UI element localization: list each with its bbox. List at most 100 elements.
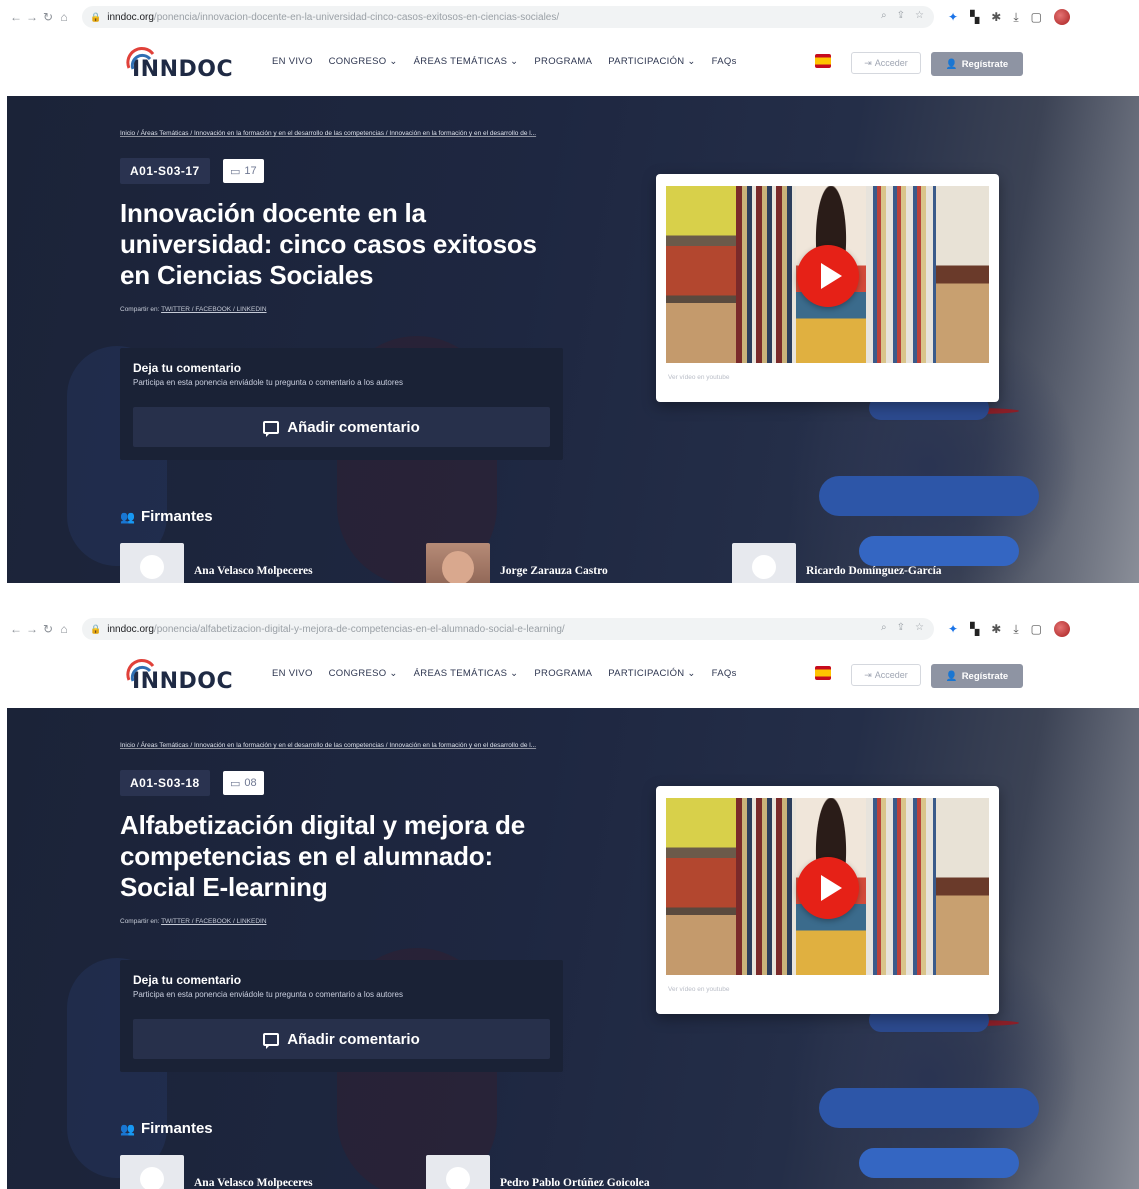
breadcrumb[interactable]: Inicio / Áreas Temáticas / Innovación en… bbox=[120, 130, 536, 137]
browser-toolbar: ← → ↻ ⌂ 🔒 inndoc.org/ponencia/innovacion… bbox=[0, 0, 1139, 34]
comment-box-heading: Deja tu comentario bbox=[133, 973, 242, 987]
home-icon[interactable]: ⌂ bbox=[56, 10, 72, 24]
video-card: Ver vídeo en youtube bbox=[656, 174, 999, 402]
author-name[interactable]: Ricardo Domínguez-García bbox=[806, 565, 942, 577]
comment-count: 17 bbox=[244, 165, 257, 177]
video-caption[interactable]: Ver vídeo en youtube bbox=[668, 374, 729, 381]
add-comment-label: Añadir comentario bbox=[287, 418, 420, 436]
sidepanel-icon[interactable]: ▢ bbox=[1031, 622, 1042, 636]
menu-item-faqs[interactable]: FAQs bbox=[712, 56, 737, 67]
extension-icon[interactable]: ▚ bbox=[970, 622, 979, 636]
login-label: Acceder bbox=[874, 58, 908, 68]
menu-item-congreso[interactable]: CONGRESO ⌄ bbox=[329, 668, 398, 679]
share-networks[interactable]: TWITTER / FACEBOOK / LINKEDIN bbox=[161, 918, 266, 925]
login-button[interactable]: ⇥ Acceder bbox=[851, 52, 921, 74]
back-icon[interactable]: ← bbox=[8, 10, 24, 24]
reload-icon[interactable]: ↻ bbox=[40, 622, 56, 636]
menu-item-en-vivo[interactable]: EN VIVO bbox=[272, 56, 313, 67]
comment-count-badge[interactable]: ▭ 08 bbox=[223, 771, 264, 795]
home-icon[interactable]: ⌂ bbox=[56, 622, 72, 636]
author-card[interactable]: Ana Velasco Molpeceres bbox=[120, 1155, 313, 1189]
video-card: Ver vídeo en youtube bbox=[656, 786, 999, 1014]
profile-avatar[interactable] bbox=[1054, 621, 1071, 637]
address-bar[interactable]: 🔒 inndoc.org/ponencia/innovacion-docente… bbox=[82, 6, 934, 28]
login-button[interactable]: ⇥ Acceder bbox=[851, 664, 921, 686]
menu-item-congreso[interactable]: CONGRESO ⌄ bbox=[329, 56, 398, 67]
comment-box-heading: Deja tu comentario bbox=[133, 361, 242, 375]
register-button[interactable]: 👤 Regístrate bbox=[931, 664, 1023, 688]
breadcrumb[interactable]: Inicio / Áreas Temáticas / Innovación en… bbox=[120, 742, 536, 749]
video-background bbox=[936, 186, 989, 363]
extension-icon[interactable]: ✦ bbox=[948, 622, 958, 636]
reload-icon[interactable]: ↻ bbox=[40, 10, 56, 24]
menu-item-programa[interactable]: PROGRAMA bbox=[534, 668, 592, 679]
share-label: Compartir en: bbox=[120, 306, 162, 313]
site-logo[interactable]: INNDOC bbox=[126, 658, 233, 694]
add-comment-label: Añadir comentario bbox=[287, 1030, 420, 1048]
play-button-icon[interactable] bbox=[797, 245, 859, 307]
paper-code-badge: A01-S03-17 bbox=[120, 158, 210, 184]
author-card[interactable]: Ana Velasco Molpeceres bbox=[120, 543, 313, 583]
profile-avatar[interactable] bbox=[1054, 9, 1071, 25]
video-thumbnail[interactable] bbox=[666, 798, 989, 975]
comment-icon: ▭ bbox=[230, 777, 241, 790]
author-card[interactable]: Jorge Zarauza Castro bbox=[426, 543, 608, 583]
register-button[interactable]: 👤 Regístrate bbox=[931, 52, 1023, 76]
hero-section: Inicio / Áreas Temáticas / Innovación en… bbox=[7, 708, 1139, 1189]
add-comment-button[interactable]: Añadir comentario bbox=[133, 1019, 550, 1059]
back-icon[interactable]: ← bbox=[8, 622, 24, 636]
author-name[interactable]: Pedro Pablo Ortúñez Goicolea bbox=[500, 1177, 650, 1189]
video-thumbnail[interactable] bbox=[666, 186, 989, 363]
users-icon: 👥 bbox=[120, 509, 135, 524]
comment-bubble-icon bbox=[263, 420, 280, 437]
extensions-puzzle-icon[interactable]: ✱ bbox=[991, 622, 1001, 636]
video-background bbox=[736, 186, 796, 363]
add-user-icon: 👤 bbox=[945, 670, 958, 682]
menu-item-participacion[interactable]: PARTICIPACIÓN ⌄ bbox=[608, 56, 695, 67]
author-card[interactable]: Pedro Pablo Ortúñez Goicolea bbox=[426, 1155, 650, 1189]
share-networks[interactable]: TWITTER / FACEBOOK / LINKEDIN bbox=[161, 306, 266, 313]
menu-item-areas-tematicas[interactable]: ÁREAS TEMÁTICAS ⌄ bbox=[414, 668, 519, 679]
spain-flag-icon[interactable] bbox=[815, 54, 831, 68]
download-icon[interactable]: ⤓ bbox=[1013, 622, 1018, 637]
share-label: Compartir en: bbox=[120, 918, 162, 925]
site-logo[interactable]: INNDOC bbox=[126, 46, 233, 82]
bookmark-star-icon[interactable]: ☆ bbox=[915, 10, 924, 21]
video-background bbox=[666, 186, 736, 363]
register-label: Regístrate bbox=[961, 670, 1009, 682]
comment-count-badge[interactable]: ▭ 17 bbox=[223, 159, 264, 183]
share-icon[interactable]: ⇪ bbox=[897, 10, 905, 21]
menu-item-en-vivo[interactable]: EN VIVO bbox=[272, 668, 313, 679]
forward-icon[interactable]: → bbox=[24, 10, 40, 24]
author-name[interactable]: Ana Velasco Molpeceres bbox=[194, 1177, 313, 1189]
author-name[interactable]: Jorge Zarauza Castro bbox=[500, 565, 608, 577]
forward-icon[interactable]: → bbox=[24, 622, 40, 636]
menu-item-areas-tematicas[interactable]: ÁREAS TEMÁTICAS ⌄ bbox=[414, 56, 519, 67]
address-bar[interactable]: 🔒 inndoc.org/ponencia/alfabetizacion-dig… bbox=[82, 618, 934, 640]
main-menu: EN VIVO CONGRESO ⌄ ÁREAS TEMÁTICAS ⌄ PRO… bbox=[272, 56, 737, 67]
video-caption[interactable]: Ver vídeo en youtube bbox=[668, 986, 729, 993]
zoom-icon[interactable]: ⌕ bbox=[881, 622, 887, 633]
bookmark-star-icon[interactable]: ☆ bbox=[915, 622, 924, 633]
spain-flag-icon[interactable] bbox=[815, 666, 831, 680]
hero-section: Inicio / Áreas Temáticas / Innovación en… bbox=[7, 96, 1139, 583]
comment-box-subtext: Participa en esta ponencia enviádole tu … bbox=[133, 378, 403, 387]
extension-icon[interactable]: ✦ bbox=[948, 10, 958, 24]
download-icon[interactable]: ⤓ bbox=[1013, 10, 1018, 25]
menu-item-participacion[interactable]: PARTICIPACIÓN ⌄ bbox=[608, 668, 695, 679]
sidepanel-icon[interactable]: ▢ bbox=[1031, 10, 1042, 24]
menu-item-programa[interactable]: PROGRAMA bbox=[534, 56, 592, 67]
browser-toolbar: ← → ↻ ⌂ 🔒 inndoc.org/ponencia/alfabetiza… bbox=[0, 612, 1139, 646]
author-name[interactable]: Ana Velasco Molpeceres bbox=[194, 565, 313, 577]
add-comment-button[interactable]: Añadir comentario bbox=[133, 407, 550, 447]
extension-icon[interactable]: ▚ bbox=[970, 10, 979, 24]
play-button-icon[interactable] bbox=[797, 857, 859, 919]
author-card[interactable]: Ricardo Domínguez-García bbox=[732, 543, 942, 583]
menu-item-faqs[interactable]: FAQs bbox=[712, 668, 737, 679]
zoom-icon[interactable]: ⌕ bbox=[881, 10, 887, 21]
paper-code-badge: A01-S03-18 bbox=[120, 770, 210, 796]
share-icon[interactable]: ⇪ bbox=[897, 622, 905, 633]
background-decoration bbox=[859, 1148, 1019, 1178]
extensions-puzzle-icon[interactable]: ✱ bbox=[991, 10, 1001, 24]
site-header: INNDOC EN VIVO CONGRESO ⌄ ÁREAS TEMÁTICA… bbox=[0, 34, 1139, 96]
